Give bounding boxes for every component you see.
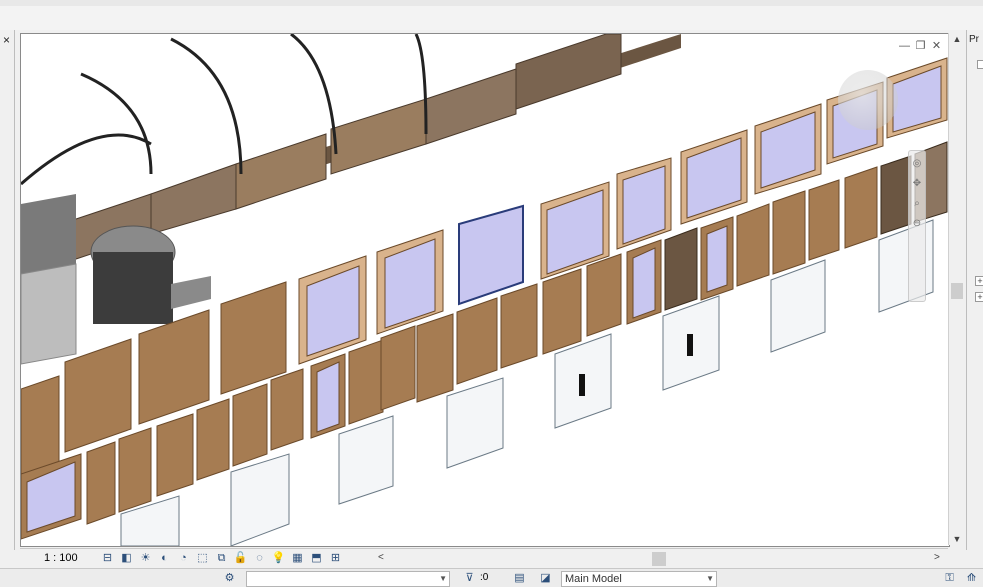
canopy-rail	[170, 37, 243, 175]
garage-door	[235, 133, 327, 210]
close-panel-icon[interactable]: ×	[1, 34, 12, 47]
garage-door	[425, 68, 517, 145]
vertical-scrollbar[interactable]: ▲ ▼	[948, 33, 965, 545]
steering-wheel-icon[interactable]: ◎	[910, 157, 924, 171]
selection-count: :0	[480, 572, 489, 583]
pan-icon[interactable]: ✥	[910, 177, 924, 191]
show-crop-icon[interactable]: ⧉	[214, 551, 229, 566]
restore-view-icon[interactable]: ❐	[914, 40, 927, 52]
3d-view-canvas[interactable]: — ❐ ✕	[20, 33, 950, 547]
revolving-door-wall	[171, 276, 211, 309]
view-scale[interactable]: 1 : 100	[44, 552, 78, 564]
highlight-displacement-icon[interactable]: ⬒	[309, 551, 324, 566]
shadows-icon[interactable]: ◐	[157, 551, 172, 566]
properties-tab[interactable]: Pr	[969, 34, 979, 45]
revolving-door-panel	[21, 263, 77, 365]
select-links-icon[interactable]: ⚿	[942, 571, 957, 585]
scroll-down-icon[interactable]: ▼	[951, 533, 963, 545]
editable-only-icon[interactable]: ▤	[512, 571, 527, 585]
view-control-bar: 1 : 100 ⊟ ◧ ☀ ◐ ◔ ⬚ ⧉ 🔓 ◌ 💡 ▦ ⬒ ⊞ < >	[20, 548, 948, 569]
garage-door	[330, 98, 427, 175]
status-bar: ⚙ ▼ ⊽ :0 ▤ ◪ Main Model ▼ ⚿ ⟰	[0, 568, 983, 587]
sun-path-icon[interactable]: ☀	[138, 551, 153, 566]
garage-door	[150, 163, 237, 235]
analytical-model-icon[interactable]: ▦	[290, 551, 305, 566]
worksets-icon[interactable]: ⚙	[222, 571, 237, 585]
view-window-buttons: — ❐ ✕	[898, 40, 943, 52]
reveal-hidden-icon[interactable]: 💡	[271, 551, 286, 566]
scroll-left-icon[interactable]: <	[378, 552, 384, 563]
workset-dropdown[interactable]: ▼	[246, 571, 450, 587]
navigation-bar: ◎ ✥ ⌕ ⊖	[908, 150, 926, 302]
view-control-icons: ⊟ ◧ ☀ ◐ ◔ ⬚ ⧉ 🔓 ◌ 💡 ▦ ⬒ ⊞	[100, 551, 343, 566]
temporary-hide-icon[interactable]: ◌	[252, 551, 267, 566]
zoom-out-icon[interactable]: ⊖	[910, 217, 924, 231]
filter-icon[interactable]: ⊽	[462, 571, 477, 585]
canopy-rail	[290, 34, 338, 155]
chevron-down-icon: ▼	[439, 574, 447, 583]
design-options-icon[interactable]: ◪	[538, 571, 553, 585]
show-constraints-icon[interactable]: ⊞	[328, 551, 343, 566]
collapse-icon[interactable]	[977, 60, 983, 69]
revolving-door-housing	[21, 194, 76, 274]
design-option-value: Main Model	[565, 573, 622, 585]
expand-icon[interactable]: +	[975, 292, 983, 302]
scroll-right-icon[interactable]: >	[934, 552, 940, 563]
scroll-up-icon[interactable]: ▲	[951, 33, 963, 45]
vertical-scroll-thumb[interactable]	[951, 283, 963, 299]
design-option-dropdown[interactable]: Main Model ▼	[561, 571, 717, 587]
top-chrome	[0, 6, 983, 30]
garage-door	[515, 34, 622, 110]
visual-style-icon[interactable]: ◧	[119, 551, 134, 566]
close-view-icon[interactable]: ✕	[930, 40, 943, 52]
canopy-rail	[21, 133, 152, 186]
expand-icon[interactable]: +	[975, 276, 983, 286]
view-cube-icon[interactable]	[838, 70, 898, 130]
detail-level-icon[interactable]: ⊟	[100, 551, 115, 566]
select-underlay-icon[interactable]: ⟰	[964, 571, 979, 585]
project-browser-panel	[0, 30, 15, 550]
unlock-3d-view-icon[interactable]: 🔓	[233, 551, 248, 566]
horizontal-scroll-thumb[interactable]	[652, 552, 666, 566]
chevron-down-icon: ▼	[706, 574, 714, 583]
properties-panel: Pr + +	[966, 30, 983, 550]
render-icon[interactable]: ◔	[176, 551, 191, 566]
revolving-door-body	[93, 252, 173, 324]
door-family-model	[21, 34, 948, 546]
crop-view-icon[interactable]: ⬚	[195, 551, 210, 566]
zoom-icon[interactable]: ⌕	[910, 197, 924, 211]
canopy-rail	[80, 72, 153, 175]
minimize-view-icon[interactable]: —	[898, 40, 911, 52]
